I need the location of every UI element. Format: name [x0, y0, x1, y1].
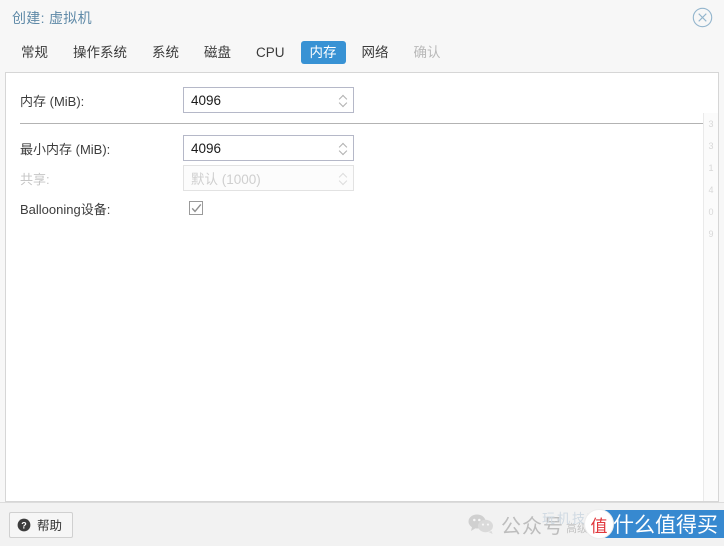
ballooning-checkbox[interactable] — [189, 201, 203, 215]
smzdm-wordmark: 什么值得买 — [604, 510, 724, 538]
edge-strip-char: 1 — [708, 163, 714, 173]
edge-strip-char: 0 — [708, 207, 714, 217]
memory-label: 内存 (MiB): — [20, 93, 85, 109]
memory-spinner-arrows[interactable] — [333, 89, 353, 111]
tab-general[interactable]: 常规 — [12, 41, 57, 64]
create-vm-dialog: 创建: 虚拟机 常规 操作系统 系统 磁盘 CPU 内存 网络 确认 内存 (M… — [0, 0, 724, 546]
question-circle-icon: ? — [17, 518, 31, 532]
tab-memory[interactable]: 内存 — [300, 40, 346, 64]
wizard-content-panel: 内存 (MiB): 4096 最小内存 (MiB): 4096 共享: 默认 (… — [5, 72, 719, 502]
svg-text:?: ? — [21, 520, 27, 530]
clipped-edge-strip: 3 3 1 4 0 9 — [703, 113, 718, 501]
memory-spinner[interactable]: 4096 — [183, 87, 354, 113]
min-memory-label: 最小内存 (MiB): — [20, 141, 111, 157]
tab-confirm: 确认 — [413, 44, 441, 60]
form-row-ballooning: Ballooning设备: — [6, 193, 718, 223]
help-button[interactable]: ? 帮助 — [9, 511, 74, 538]
edge-strip-char: 4 — [708, 185, 714, 195]
watermark-account-name: 高级 — [566, 523, 588, 535]
smzdm-badge: 值 — [584, 509, 614, 539]
close-circle-icon[interactable] — [692, 7, 713, 28]
tab-cpu[interactable]: CPU — [247, 41, 294, 64]
form-divider — [20, 123, 704, 124]
tab-os[interactable]: 操作系统 — [64, 41, 136, 64]
wizard-tabbar: 常规 操作系统 系统 磁盘 CPU 内存 网络 确认 — [0, 36, 724, 68]
smzdm-logo: 值 什么值得买 — [584, 509, 724, 539]
watermark-official-account: 公众号 — [501, 515, 564, 538]
form-row-shares: 共享: 默认 (1000) — [6, 163, 718, 193]
tab-system[interactable]: 系统 — [143, 41, 188, 64]
checkmark-icon — [191, 203, 202, 213]
form-row-min-memory: 最小内存 (MiB): 4096 — [6, 133, 718, 163]
dialog-title: 创建: 虚拟机 — [12, 8, 92, 28]
wechat-icon — [468, 513, 494, 535]
dialog-title-prefix: 创建: — [12, 10, 45, 26]
shares-input: 默认 (1000) — [191, 172, 261, 187]
chevron-down-icon[interactable] — [339, 148, 348, 153]
memory-input[interactable]: 4096 — [184, 93, 333, 108]
chevron-down-icon — [339, 178, 348, 183]
ballooning-label: Ballooning设备: — [20, 201, 111, 217]
memory-form: 内存 (MiB): 4096 最小内存 (MiB): 4096 共享: 默认 (… — [6, 73, 718, 223]
watermark-ghost-text: 玩机技巧分享 — [542, 511, 633, 526]
edge-strip-char: 3 — [708, 119, 714, 129]
shares-spinner: 默认 (1000) — [183, 165, 354, 191]
min-memory-spinner-arrows[interactable] — [333, 137, 353, 159]
edge-strip-char: 3 — [708, 141, 714, 151]
tab-network[interactable]: 网络 — [353, 41, 398, 64]
shares-spinner-arrows — [333, 167, 353, 189]
shares-label: 共享: — [20, 171, 50, 187]
help-button-label: 帮助 — [37, 519, 63, 533]
min-memory-spinner[interactable]: 4096 — [183, 135, 354, 161]
form-row-memory: 内存 (MiB): 4096 — [6, 85, 718, 115]
watermark-overlay: 玩机技巧分享 公众号 高级 值 什么值得买 — [468, 502, 724, 546]
dialog-titlebar: 创建: 虚拟机 — [0, 0, 724, 36]
edge-strip-char: 9 — [708, 229, 714, 239]
chevron-down-icon[interactable] — [339, 100, 348, 105]
dialog-title-main: 虚拟机 — [49, 10, 92, 26]
tab-disks[interactable]: 磁盘 — [195, 41, 240, 64]
min-memory-input[interactable]: 4096 — [184, 141, 333, 156]
dialog-footer: ? 帮助 玩机技巧分享 公众号 高级 值 什么值得买 — [0, 502, 724, 546]
